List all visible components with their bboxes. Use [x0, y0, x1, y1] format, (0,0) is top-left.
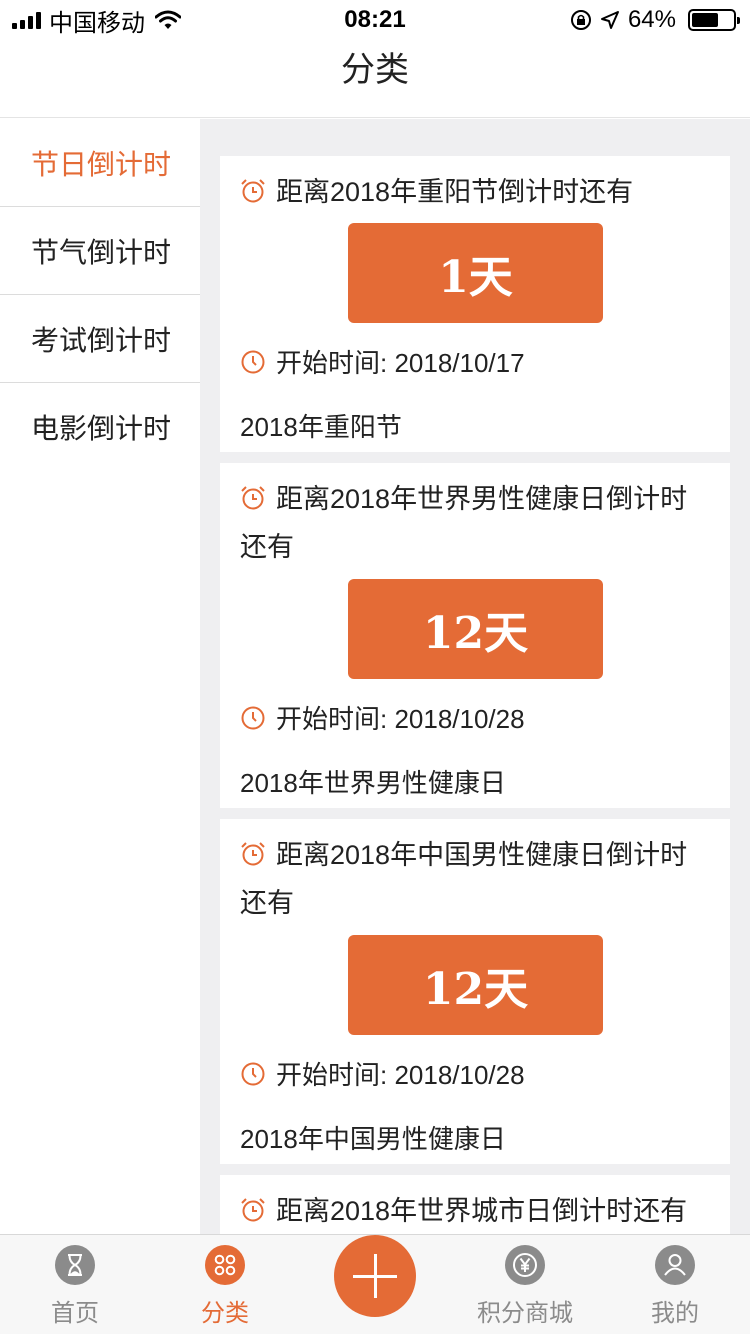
sidebar-item-movie[interactable]: 电影倒计时 [0, 383, 200, 471]
tab-home-label: 首页 [51, 1300, 99, 1327]
status-bar: 中国移动 08:21 64% [0, 0, 750, 40]
start-time-row: 开始时间: 2018/10/28 [240, 699, 525, 736]
add-countdown-button[interactable] [334, 1235, 416, 1317]
tab-points-mall-label: 积分商城 [477, 1300, 573, 1327]
user-icon [655, 1245, 695, 1285]
card-title: 距离2018年重阳节倒计时还有 [240, 168, 710, 216]
tab-points-mall[interactable]: 积分商城 [450, 1235, 600, 1334]
start-time-row: 开始时间: 2018/10/17 [240, 343, 525, 380]
countdown-card[interactable]: 距离2018年中国男性健康日倒计时还有 12天 开始时间: 2018/10/28… [220, 819, 730, 1164]
card-title-text: 距离2018年世界男性健康日倒计时还有 [240, 484, 688, 562]
sidebar-item-exam[interactable]: 考试倒计时 [0, 295, 200, 383]
event-name: 2018年世界男性健康日 [240, 768, 506, 798]
yen-icon [505, 1245, 545, 1285]
card-title-text: 距离2018年重阳节倒计时还有 [276, 177, 634, 207]
start-time-row: 开始时间: 2018/10/28 [240, 1055, 525, 1092]
countdown-card[interactable]: 距离2018年世界男性健康日倒计时还有 12天 开始时间: 2018/10/28… [220, 463, 730, 808]
tab-mine[interactable]: 我的 [600, 1235, 750, 1334]
tab-category[interactable]: 分类 [150, 1235, 300, 1334]
days-remaining-button[interactable]: 12天 [348, 579, 603, 679]
days-remaining-button[interactable]: 12天 [348, 935, 603, 1035]
card-title: 距离2018年中国男性健康日倒计时还有 [240, 831, 710, 927]
category-sidebar: 节日倒计时 节气倒计时 考试倒计时 电影倒计时 [0, 119, 200, 1234]
card-title: 距离2018年世界城市日倒计时还有 [240, 1187, 710, 1234]
status-right: 64% [570, 6, 740, 34]
page-title: 分类 [341, 51, 409, 89]
start-time-text: 开始时间: 2018/10/28 [276, 704, 525, 734]
days-remaining-button[interactable]: 1天 [348, 223, 603, 323]
card-title: 距离2018年世界男性健康日倒计时还有 [240, 475, 710, 571]
orientation-lock-icon [570, 10, 591, 30]
alarm-clock-icon [241, 486, 265, 510]
timer-icon [241, 706, 265, 729]
hourglass-icon [55, 1245, 95, 1285]
location-arrow-icon [600, 11, 619, 29]
tab-home[interactable]: 首页 [0, 1235, 150, 1334]
countdown-list[interactable]: 距离2018年重阳节倒计时还有 1天 开始时间: 2018/10/17 2018… [200, 119, 750, 1234]
battery-icon [688, 9, 740, 31]
start-time-text: 开始时间: 2018/10/28 [276, 1060, 525, 1090]
grid-icon [205, 1245, 245, 1285]
event-name: 2018年中国男性健康日 [240, 1124, 506, 1154]
sidebar-item-solar-term[interactable]: 节气倒计时 [0, 207, 200, 295]
timer-icon [241, 1062, 265, 1085]
start-time-text: 开始时间: 2018/10/17 [276, 348, 525, 378]
card-title-text: 距离2018年中国男性健康日倒计时还有 [240, 840, 688, 918]
alarm-clock-icon [241, 179, 265, 203]
sidebar-item-festival[interactable]: 节日倒计时 [0, 119, 200, 207]
tab-category-label: 分类 [201, 1300, 249, 1327]
event-name: 2018年重阳节 [240, 412, 402, 442]
alarm-clock-icon [241, 1198, 265, 1222]
countdown-card[interactable]: 距离2018年世界城市日倒计时还有 [220, 1175, 730, 1234]
tab-mine-label: 我的 [651, 1300, 699, 1327]
card-title-text: 距离2018年世界城市日倒计时还有 [276, 1196, 688, 1226]
countdown-card[interactable]: 距离2018年重阳节倒计时还有 1天 开始时间: 2018/10/17 2018… [220, 156, 730, 452]
battery-percent: 64% [627, 6, 676, 33]
nav-bar: 分类 [0, 40, 750, 118]
timer-icon [241, 350, 265, 373]
alarm-clock-icon [241, 842, 265, 866]
